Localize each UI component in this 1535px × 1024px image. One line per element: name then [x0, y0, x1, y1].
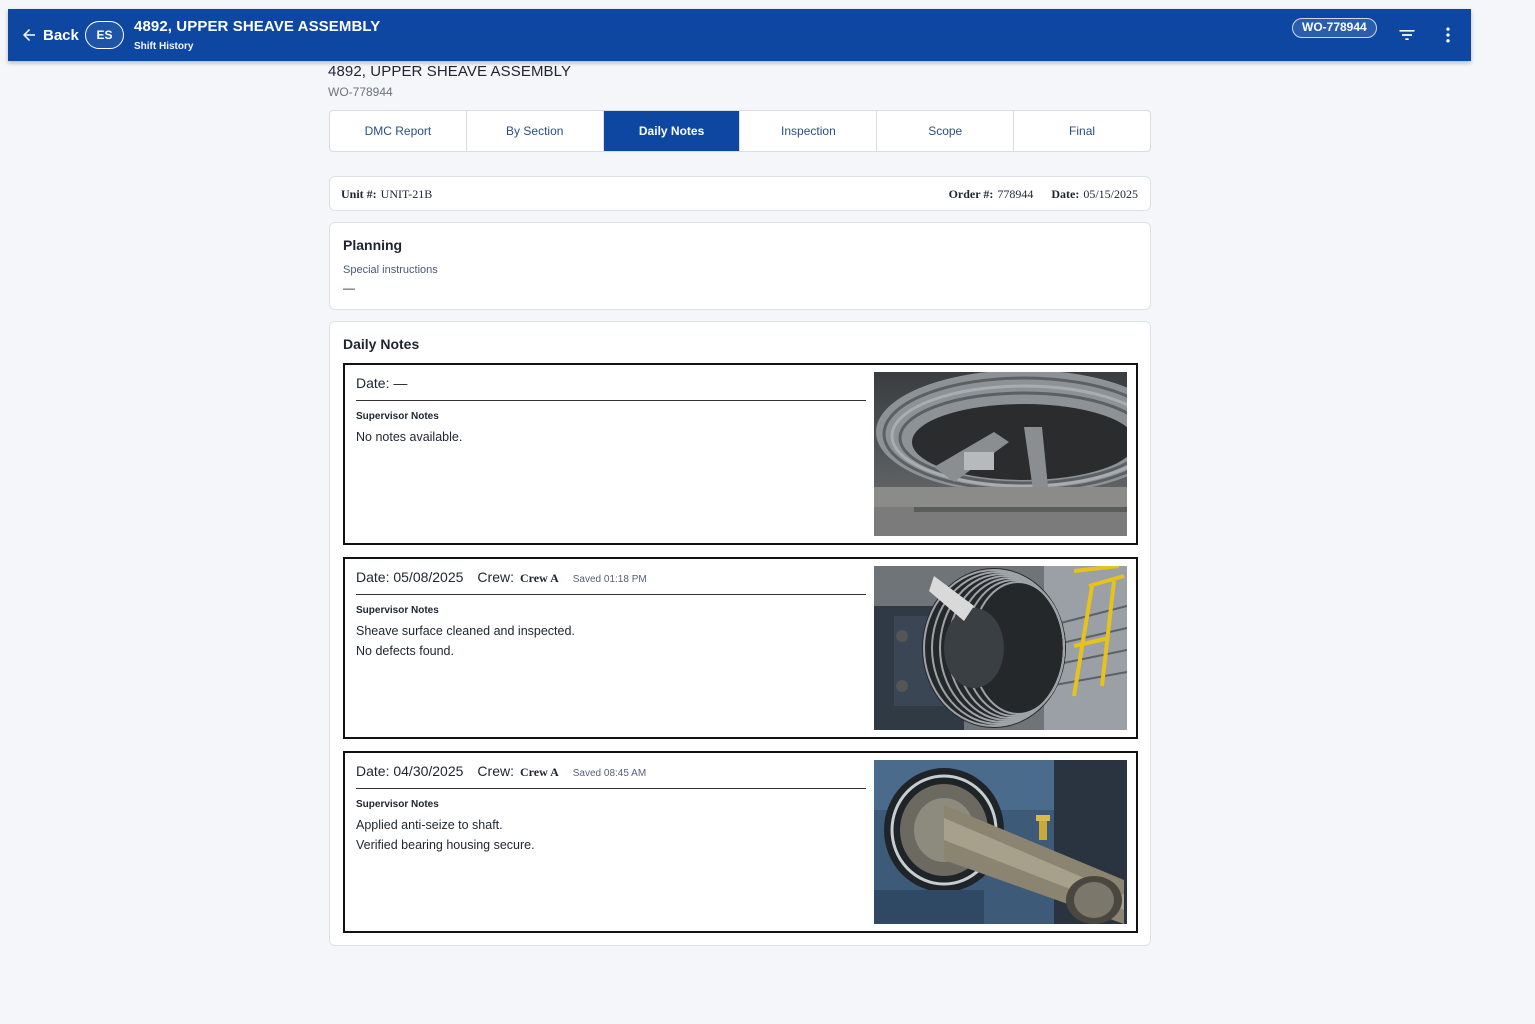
supervisor-notes-text: No notes available. — [356, 430, 463, 444]
entry-header: Date: — — [356, 375, 866, 401]
entry-crew: Crew A — [519, 571, 559, 585]
more-vertical-icon[interactable] — [1438, 25, 1458, 45]
tab-daily-notes[interactable]: Daily Notes — [603, 111, 741, 151]
back-label: Back — [43, 26, 79, 44]
date-info: Date: 05/15/2025 — [1051, 187, 1138, 202]
tab-dmc-report[interactable]: DMC Report — [330, 111, 467, 151]
work-order-info-card: Unit #: UNIT-21B Order #: 778944 Date: 05/1… — [329, 176, 1151, 211]
supervisor-notes-text: Applied anti-seize to shaft. Verified be… — [356, 818, 535, 852]
filter-icon[interactable] — [1397, 25, 1417, 45]
supervisor-notes-label: Supervisor Notes — [356, 799, 439, 810]
planning-heading: Planning — [343, 237, 403, 253]
entry-crew-label: Crew: — [477, 763, 514, 779]
supervisor-notes-text: Sheave surface cleaned and inspected. No… — [356, 624, 575, 658]
planning-card: Planning Special instructions — — [329, 222, 1151, 310]
date-label: Date: — [1051, 187, 1080, 201]
app-bar: Back ES 4892, UPPER SHEAVE ASSEMBLY Shif… — [8, 9, 1471, 61]
unit-info: Unit #: UNIT-21B — [341, 187, 432, 202]
daily-note-entry: Date: 04/30/2025 Crew: Crew A Saved 08:4… — [343, 751, 1138, 933]
daily-notes-card: Daily Notes Date: — Supervisor Notes No … — [329, 321, 1151, 946]
daily-note-entry: Date: — Supervisor Notes No notes availa… — [343, 363, 1138, 545]
tab-inspection[interactable]: Inspection — [740, 111, 878, 151]
entry-date: Date: 05/08/2025 — [356, 569, 464, 585]
unit-value: UNIT-21B — [380, 187, 433, 201]
sheave-wheel-photo[interactable] — [874, 372, 1127, 536]
supervisor-notes-label: Supervisor Notes — [356, 411, 439, 422]
entry-header: Date: 05/08/2025 Crew: Crew A Saved 01:1… — [356, 569, 866, 595]
entry-date: Date: — — [356, 375, 408, 391]
tab-scope[interactable]: Scope — [877, 111, 1015, 151]
grooved-sheave-photo[interactable] — [874, 566, 1127, 730]
entry-saved-time: Saved 08:45 AM — [572, 768, 647, 779]
work-order-chip: WO-778944 — [1292, 18, 1377, 38]
entry-crew-label: Crew: — [477, 569, 514, 585]
daily-note-entry: Date: 05/08/2025 Crew: Crew A Saved 01:1… — [343, 557, 1138, 739]
avatar[interactable]: ES — [85, 21, 124, 49]
supervisor-notes-label: Supervisor Notes — [356, 605, 439, 616]
entry-crew: Crew A — [519, 765, 559, 779]
app-bar-subtitle: Shift History — [134, 41, 194, 52]
date-value: 05/15/2025 — [1083, 187, 1138, 201]
entry-header: Date: 04/30/2025 Crew: Crew A Saved 08:4… — [356, 763, 866, 789]
special-instructions-label: Special instructions — [343, 264, 438, 276]
entry-saved-time: Saved 01:18 PM — [572, 574, 647, 585]
entry-date: Date: 04/30/2025 — [356, 763, 464, 779]
app-bar-title: 4892, UPPER SHEAVE ASSEMBLY — [134, 18, 381, 35]
tab-bar: DMC Report By Section Daily Notes Inspec… — [329, 110, 1151, 152]
tab-by-section[interactable]: By Section — [467, 111, 604, 151]
unit-label: Unit #: — [341, 187, 377, 201]
order-date-info: Order #: 778944 Date: 05/15/2025 — [949, 187, 1138, 202]
tab-final[interactable]: Final — [1014, 111, 1150, 151]
page-title: 4892, UPPER SHEAVE ASSEMBLY — [328, 63, 572, 80]
bearing-shaft-photo[interactable] — [874, 760, 1127, 924]
back-button[interactable]: Back — [20, 23, 79, 47]
arrow-left-icon — [23, 29, 35, 41]
order-info: Order #: 778944 — [949, 187, 1034, 202]
daily-notes-heading: Daily Notes — [343, 336, 420, 352]
order-label: Order #: — [948, 187, 994, 201]
special-instructions-value: — — [343, 281, 355, 295]
order-value: 778944 — [997, 187, 1034, 201]
page-subtitle: WO-778944 — [328, 85, 393, 99]
